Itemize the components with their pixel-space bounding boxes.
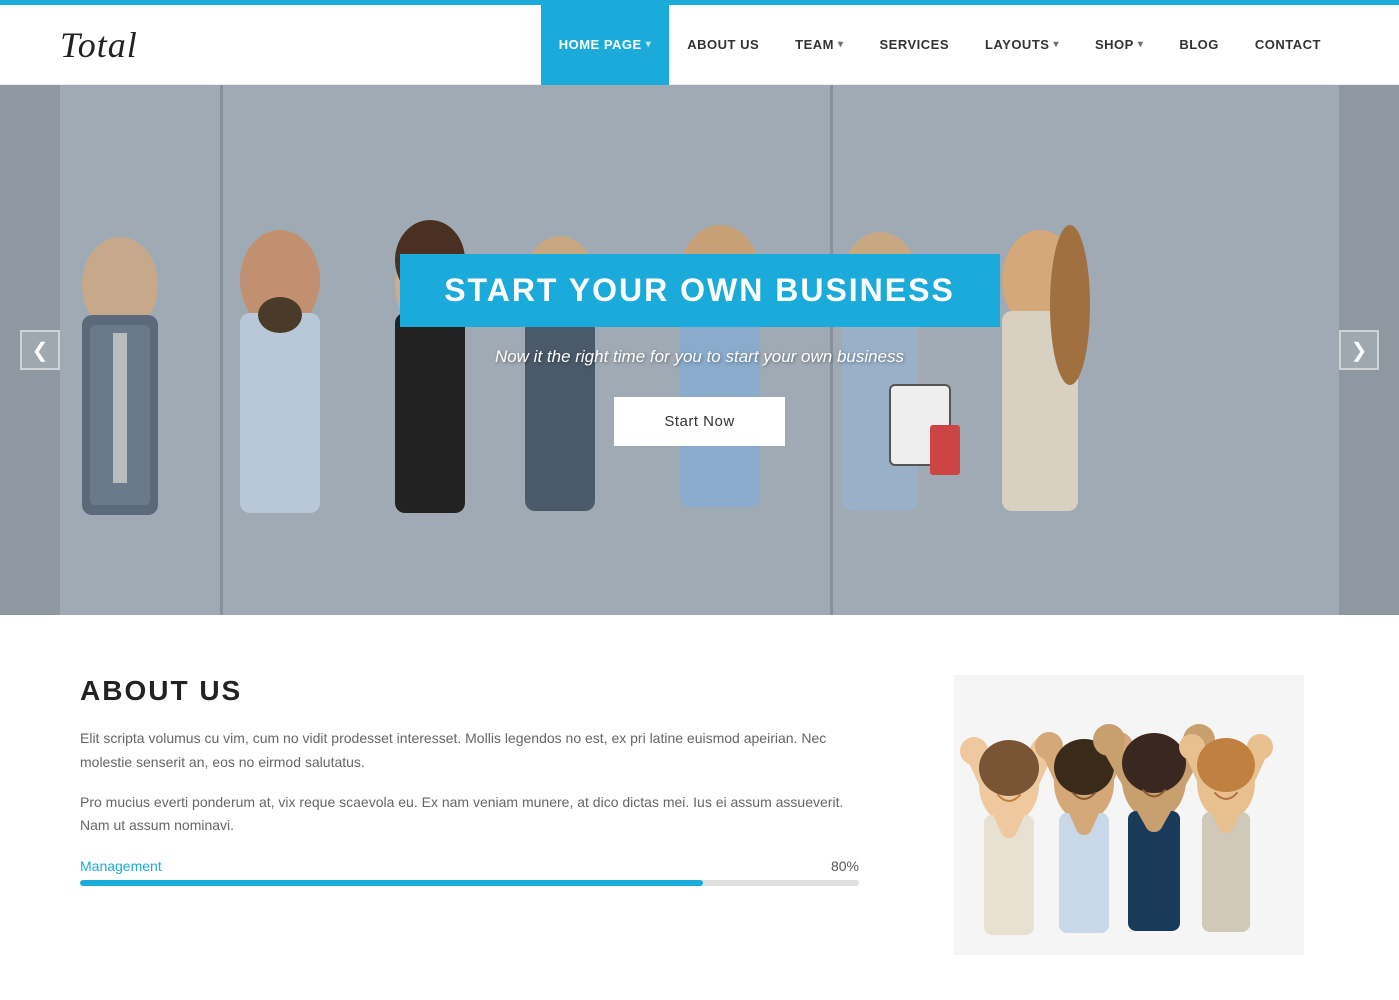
celebrate-svg [954,675,1304,955]
navigation: HOME PAGE ▾ ABOUT US TEAM ▾ SERVICES LAY… [541,5,1339,85]
hero-subtitle: Now it the right time for you to start y… [400,347,1000,367]
nav-item-about[interactable]: ABOUT US [669,5,777,85]
about-right-image [939,675,1319,955]
chevron-down-icon: ▾ [1053,39,1059,50]
nav-item-team[interactable]: TEAM ▾ [777,5,861,85]
hero-title-box: START YOUR OWN BUSINESS [400,254,1000,327]
hero-section: START YOUR OWN BUSINESS Now it the right… [0,85,1399,615]
nav-item-blog[interactable]: BLOG [1161,5,1237,85]
slider-prev-button[interactable]: ❮ [20,330,60,370]
about-section: ABOUT US Elit scripta volumus cu vim, cu… [0,615,1399,995]
hero-title: START YOUR OWN BUSINESS [430,272,970,309]
about-paragraph-2: Pro mucius everti ponderum at, vix reque… [80,791,859,839]
about-left-content: ABOUT US Elit scripta volumus cu vim, cu… [80,675,859,955]
skill-item-management: Management 80% [80,858,859,886]
start-now-button[interactable]: Start Now [614,397,784,446]
logo[interactable]: Total [60,24,138,66]
nav-item-layouts[interactable]: LAYOUTS ▾ [967,5,1077,85]
header: Total HOME PAGE ▾ ABOUT US TEAM ▾ SERVIC… [0,5,1399,85]
skill-track [80,880,859,886]
skill-percent: 80% [831,858,859,874]
celebrate-image [954,675,1304,955]
skills-section: Management 80% [80,858,859,886]
about-title: ABOUT US [80,675,859,707]
nav-item-services[interactable]: SERVICES [862,5,968,85]
slider-next-button[interactable]: ❯ [1339,330,1379,370]
chevron-down-icon: ▾ [838,39,844,50]
chevron-down-icon: ▾ [1138,39,1144,50]
nav-item-contact[interactable]: CONTACT [1237,5,1339,85]
skill-name: Management [80,858,162,874]
hero-content: START YOUR OWN BUSINESS Now it the right… [400,254,1000,446]
skill-fill [80,880,703,886]
chevron-down-icon: ▾ [646,39,652,50]
nav-item-shop[interactable]: SHOP ▾ [1077,5,1161,85]
about-paragraph-1: Elit scripta volumus cu vim, cum no vidi… [80,727,859,775]
nav-item-home[interactable]: HOME PAGE ▾ [541,5,670,85]
